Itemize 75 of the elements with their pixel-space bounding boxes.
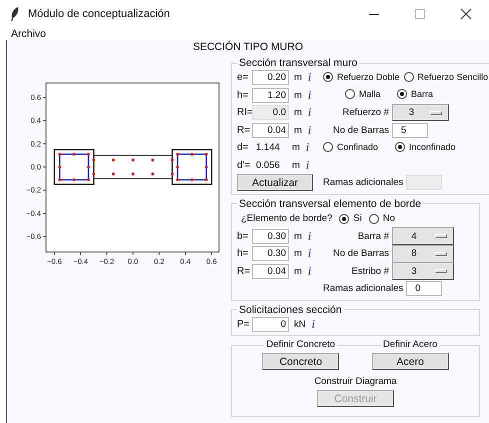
info-link[interactable]: i bbox=[306, 140, 310, 156]
field-label: Barra # bbox=[356, 230, 390, 242]
unit-label: m bbox=[292, 142, 300, 154]
unit-label: m bbox=[294, 72, 302, 84]
field-label: No de Barras bbox=[332, 124, 390, 136]
dropdown-indicator-icon bbox=[435, 269, 447, 274]
unit-label: m bbox=[294, 90, 302, 101]
field-label: Ramas adicionales bbox=[323, 177, 404, 188]
input-field[interactable]: 0.20 bbox=[252, 70, 289, 86]
field-label: d'= bbox=[237, 160, 252, 171]
field-label: Estribo # bbox=[350, 266, 390, 277]
field-label: RI= bbox=[237, 107, 252, 118]
input-field[interactable]: 5 bbox=[392, 122, 428, 138]
radio-option[interactable]: Inconfinado bbox=[395, 142, 456, 152]
info-link[interactable]: i bbox=[308, 228, 312, 244]
field-label: P= bbox=[237, 318, 251, 330]
window-title: Módulo de conceptualización bbox=[28, 8, 171, 20]
action-button[interactable]: Concreto bbox=[262, 353, 340, 370]
info-link[interactable]: i bbox=[308, 246, 312, 262]
field-label: d= bbox=[237, 142, 250, 154]
dropdown[interactable]: 3 bbox=[392, 104, 449, 122]
group-legend: Sección transversal elemento de borde bbox=[237, 198, 424, 210]
dropdown[interactable]: 3 bbox=[392, 262, 454, 280]
radio-option[interactable]: Malla bbox=[345, 89, 381, 100]
menu-item[interactable]: Archivo bbox=[11, 28, 46, 40]
action-button[interactable]: Acero bbox=[372, 353, 449, 370]
dropdown[interactable]: 4 bbox=[392, 227, 454, 246]
info-link[interactable]: i bbox=[306, 158, 310, 173]
radio-option[interactable]: Confinado bbox=[323, 142, 378, 152]
dropdown-indicator-icon bbox=[430, 110, 442, 115]
unit-label: m bbox=[294, 107, 302, 118]
dropdown-indicator-icon bbox=[435, 252, 447, 256]
radio-option[interactable]: No bbox=[368, 213, 395, 224]
field-label: R= bbox=[237, 266, 252, 277]
group-legend: Sección transversal muro bbox=[237, 57, 360, 69]
unit-label: m bbox=[294, 266, 302, 277]
radio-option[interactable]: Refuerzo Sencillo bbox=[404, 72, 488, 82]
unit-label: kN bbox=[294, 318, 306, 330]
unit-label: m bbox=[292, 160, 300, 171]
info-link[interactable]: i bbox=[312, 316, 315, 332]
field-label: R= bbox=[237, 124, 252, 136]
radio-option[interactable]: Refuerzo Doble bbox=[323, 72, 400, 82]
value-text: 1.144 bbox=[255, 142, 281, 154]
info-link[interactable]: i bbox=[308, 122, 312, 138]
feather-icon bbox=[10, 7, 20, 21]
input-field[interactable]: 0 bbox=[406, 281, 442, 296]
section-title: SECCIÓN TIPO MURO bbox=[192, 40, 304, 55]
field-label: h= bbox=[237, 248, 250, 260]
info-link[interactable]: i bbox=[308, 70, 312, 86]
unit-label: m bbox=[294, 124, 302, 136]
dropdown[interactable]: 8 bbox=[392, 244, 454, 263]
field-label: No de Barras bbox=[332, 248, 390, 260]
input-field[interactable]: 1.20 bbox=[252, 88, 289, 103]
unit-label: m bbox=[294, 230, 302, 242]
input-field[interactable]: 0.04 bbox=[252, 264, 289, 279]
field-label: b= bbox=[237, 230, 250, 242]
info-link[interactable]: i bbox=[308, 264, 312, 279]
value-text: 0.056 bbox=[255, 160, 281, 171]
info-link[interactable]: i bbox=[308, 88, 312, 103]
radio-option[interactable]: Si bbox=[339, 213, 362, 224]
input-field[interactable]: 0.04 bbox=[252, 122, 289, 138]
update-button[interactable]: Actualizar bbox=[237, 174, 313, 192]
field-label: Refuerzo # bbox=[342, 107, 390, 118]
unit-label: m bbox=[294, 248, 302, 260]
question-label: ¿Elemento de borde? bbox=[241, 213, 332, 224]
field-label: h= bbox=[237, 90, 250, 101]
input-field[interactable]: 0.30 bbox=[252, 246, 289, 262]
group-label: Construir Diagrama bbox=[314, 376, 397, 388]
dropdown-indicator-icon bbox=[435, 234, 447, 238]
field-label: Ramas adicionales bbox=[323, 283, 404, 294]
input-field[interactable]: 0.30 bbox=[252, 228, 289, 244]
group-legend: Solicitaciones sección bbox=[237, 304, 344, 316]
radio-option[interactable]: Barra bbox=[397, 89, 434, 100]
input-field[interactable]: 0 bbox=[252, 316, 289, 332]
field-label: e= bbox=[237, 72, 250, 84]
